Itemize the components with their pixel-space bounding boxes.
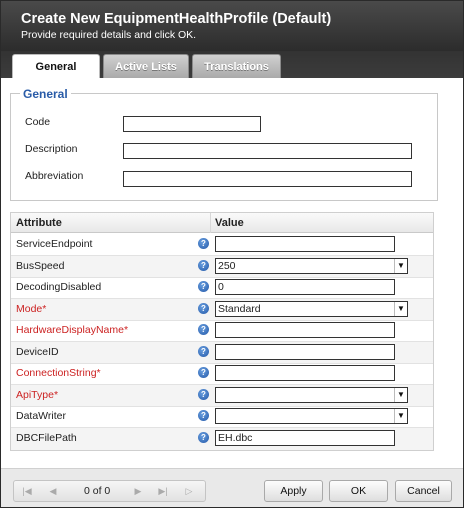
create-profile-dialog: Create New EquipmentHealthProfile (Defau… [0, 0, 464, 508]
help-icon[interactable]: ? [198, 303, 209, 314]
next-page-icon[interactable]: ▶ [129, 483, 147, 499]
attr-row-api-type: ApiType* ? ▼ [11, 385, 433, 407]
grid-header: Attribute Value [11, 213, 433, 233]
attr-name: DeviceID [16, 346, 59, 358]
code-label: Code [25, 116, 51, 128]
value-column-header[interactable]: Value [215, 217, 244, 229]
decoding-disabled-input[interactable]: 0 [215, 279, 395, 295]
dropdown-arrow-icon[interactable]: ▼ [394, 388, 407, 402]
attribute-grid: Attribute Value ServiceEndpoint ? BusSpe… [10, 212, 434, 451]
selected-value: 250 [218, 260, 236, 272]
help-icon[interactable]: ? [198, 260, 209, 271]
help-icon[interactable]: ? [198, 324, 209, 335]
dropdown-arrow-icon[interactable]: ▼ [394, 409, 407, 423]
attribute-column-header[interactable]: Attribute [16, 217, 62, 229]
general-legend: General [20, 87, 71, 101]
bus-speed-select[interactable]: 250 ▼ [215, 258, 408, 274]
help-icon[interactable]: ? [198, 238, 209, 249]
last-page-icon[interactable]: ▶| [154, 483, 172, 499]
tab-general[interactable]: General [12, 54, 100, 79]
attr-name: DataWriter [16, 410, 66, 422]
dialog-subtitle: Provide required details and click OK. [21, 29, 197, 41]
tab-strip: General Active Lists Translations [1, 51, 463, 79]
device-id-input[interactable] [215, 344, 395, 360]
service-endpoint-input[interactable] [215, 236, 395, 252]
attr-row-decoding-disabled: DecodingDisabled ? 0 [11, 277, 433, 299]
description-input[interactable] [123, 143, 412, 159]
attr-row-hardware-display-name: HardwareDisplayName* ? [11, 320, 433, 342]
attr-row-device-id: DeviceID ? [11, 342, 433, 364]
ok-button[interactable]: OK [329, 480, 388, 502]
attr-name: ServiceEndpoint [16, 238, 93, 250]
abbreviation-label: Abbreviation [25, 170, 84, 182]
tab-translations[interactable]: Translations [192, 54, 281, 79]
dialog-header: Create New EquipmentHealthProfile (Defau… [1, 1, 463, 51]
help-icon[interactable]: ? [198, 367, 209, 378]
first-page-icon[interactable]: |◀ [18, 483, 36, 499]
dropdown-arrow-icon[interactable]: ▼ [394, 259, 407, 273]
attr-row-bus-speed: BusSpeed ? 250 ▼ [11, 256, 433, 278]
data-writer-select[interactable]: ▼ [215, 408, 408, 424]
help-icon[interactable]: ? [198, 281, 209, 292]
end-page-icon[interactable]: ▷ [180, 483, 198, 499]
dialog-title: Create New EquipmentHealthProfile (Defau… [21, 11, 332, 27]
help-icon[interactable]: ? [198, 346, 209, 357]
column-divider [210, 213, 211, 233]
page-indicator: 0 of 0 [84, 485, 111, 497]
selected-value: Standard [218, 303, 261, 315]
attr-row-service-endpoint: ServiceEndpoint ? [11, 234, 433, 256]
help-icon[interactable]: ? [198, 432, 209, 443]
apply-button[interactable]: Apply [264, 480, 323, 502]
cancel-button[interactable]: Cancel [395, 480, 452, 502]
attr-name: BusSpeed [16, 260, 65, 272]
attr-row-dbc-file-path: DBCFilePath ? EH.dbc [11, 428, 433, 450]
dropdown-arrow-icon[interactable]: ▼ [394, 302, 407, 316]
mode-select[interactable]: Standard ▼ [215, 301, 408, 317]
help-icon[interactable]: ? [198, 410, 209, 421]
attr-row-mode: Mode* ? Standard ▼ [11, 299, 433, 321]
tab-active-lists[interactable]: Active Lists [103, 54, 189, 79]
api-type-select[interactable]: ▼ [215, 387, 408, 403]
attr-name: HardwareDisplayName* [16, 324, 129, 336]
connection-string-input[interactable] [215, 365, 395, 381]
attr-name: Mode* [16, 303, 47, 315]
attr-row-connection-string: ConnectionString* ? [11, 363, 433, 385]
description-label: Description [25, 143, 78, 155]
help-icon[interactable]: ? [198, 389, 209, 400]
attr-name: DecodingDisabled [16, 281, 102, 293]
attr-name: DBCFilePath [16, 432, 77, 444]
pager: |◀ ◀ 0 of 0 ▶ ▶| ▷ [13, 480, 206, 502]
attr-name: ApiType* [16, 389, 59, 401]
attr-name: ConnectionString* [16, 367, 101, 379]
attr-row-data-writer: DataWriter ? ▼ [11, 406, 433, 428]
abbreviation-input[interactable] [123, 171, 412, 187]
code-input[interactable] [123, 116, 261, 132]
hardware-display-name-input[interactable] [215, 322, 395, 338]
previous-page-icon[interactable]: ◀ [44, 483, 62, 499]
dbc-file-path-input[interactable]: EH.dbc [215, 430, 395, 446]
